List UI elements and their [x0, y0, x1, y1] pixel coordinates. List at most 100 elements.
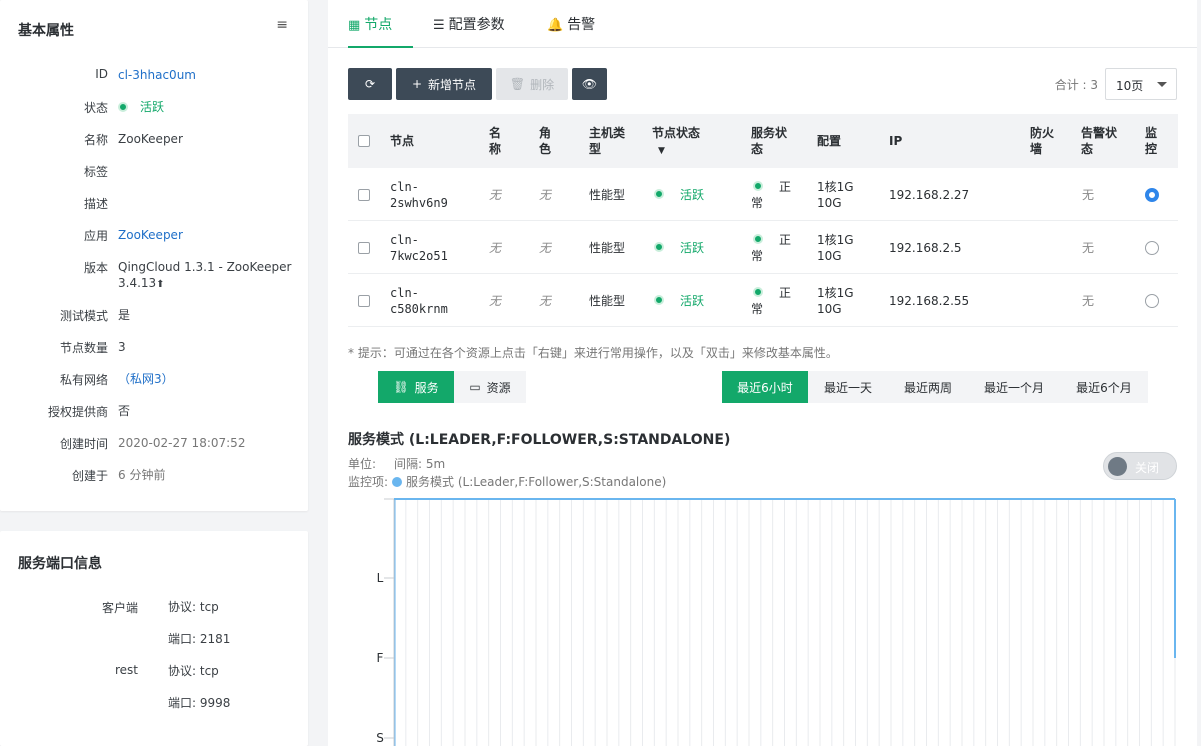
th-line: 主机类: [589, 126, 626, 140]
sitemap-icon: ⛓: [393, 380, 409, 394]
node-id-line: 2swhv6n9: [390, 196, 448, 210]
time-range-6h[interactable]: 最近6小时: [722, 371, 808, 403]
cell-service-status: 正常: [751, 285, 791, 317]
monitor-radio[interactable]: [1145, 188, 1159, 202]
th-monitor: 监控: [1145, 125, 1157, 157]
cell-role: 无: [539, 294, 552, 308]
th-line: 名: [489, 126, 502, 140]
cell-node-id[interactable]: cln- 7kwc2o51: [390, 232, 448, 264]
interval-label: 间隔: 5m: [394, 457, 446, 471]
unit-label: 单位:: [348, 457, 377, 471]
cell-node-id[interactable]: cln-c580krnm: [390, 285, 448, 317]
prop-value-app[interactable]: ZooKeeper: [118, 227, 298, 243]
cell-node-id[interactable]: cln- 2swhv6n9: [390, 179, 448, 211]
bell-icon: 🔔: [547, 18, 564, 33]
service-line: 正: [779, 286, 792, 300]
service-line: 常: [751, 249, 764, 263]
status-text: 活跃: [140, 100, 165, 114]
cell-role: 无: [539, 188, 552, 202]
table-row[interactable]: cln-c580krnm 无 无 性能型 活跃 正常 1核1G 10G 192.1…: [348, 274, 1178, 327]
prop-row-version: 版本 QingCloud 1.3.1 - ZooKeeper 3.4.13⬆: [0, 259, 308, 295]
prop-value-vpc[interactable]: （私网3）: [118, 371, 298, 387]
tab-config[interactable]: ☰ 配置参数: [433, 14, 505, 48]
config-line: 1核1G: [817, 233, 854, 247]
node-id-line: cln-: [390, 286, 419, 300]
menu-icon[interactable]: ≡: [276, 17, 288, 33]
table-row[interactable]: cln- 7kwc2o51 无 无 性能型 活跃 正常 1核1G 10G 192.1…: [348, 221, 1178, 274]
tab-alarm[interactable]: 🔔 告警: [547, 14, 595, 48]
prop-key: ID: [95, 67, 108, 81]
refresh-button[interactable]: ⟳: [348, 68, 392, 100]
upgrade-arrow-icon[interactable]: ⬆: [156, 279, 164, 290]
port-row-client-port: 端口: 2181: [0, 631, 308, 651]
prop-row-app: 应用 ZooKeeper: [0, 227, 308, 247]
total-count: 合计 : 3: [1054, 78, 1098, 92]
prop-key: 名称: [83, 133, 108, 147]
prop-value-id[interactable]: cl-3hhac0um: [118, 67, 298, 83]
th-line: 型: [589, 142, 602, 156]
tab-label: 配置参数: [448, 17, 505, 33]
prop-value-test-mode: 是: [118, 308, 131, 322]
prop-row-provider: 授权提供商 否: [0, 403, 308, 423]
chart-legend: 监控项: 服务模式 (L:Leader,F:Follower,S:Standalo…: [348, 473, 666, 490]
port-row-rest: rest 协议: tcp: [0, 663, 308, 683]
row-checkbox[interactable]: [358, 242, 370, 254]
cell-alarm: 无: [1082, 241, 1095, 255]
th-firewall: 防火墙: [1030, 125, 1054, 157]
service-monitor-button[interactable]: ⛓ 服务: [378, 371, 454, 403]
prop-key: 授权提供商: [47, 405, 108, 419]
add-node-label: 新增节点: [428, 77, 477, 92]
eye-icon: 👁: [581, 77, 598, 91]
page-size-select[interactable]: 10页: [1105, 68, 1177, 100]
toggle-label: 关闭: [1135, 461, 1160, 475]
row-checkbox[interactable]: [358, 189, 370, 201]
prop-value-node-count: 3: [118, 340, 126, 354]
add-node-button[interactable]: + 新增节点: [396, 68, 492, 100]
time-range-2w[interactable]: 最近两周: [888, 371, 968, 403]
prop-key: 标签: [83, 165, 108, 179]
port-label-client: 客户端: [101, 601, 138, 615]
port-row-rest-port: 端口: 9998: [0, 695, 308, 715]
tab-nodes[interactable]: ▦ 节点: [348, 14, 413, 48]
th-line: 防火: [1030, 126, 1055, 140]
th-ip: IP: [889, 134, 903, 148]
chart-toggle[interactable]: 关闭: [1103, 452, 1177, 480]
service-mode-chart: L F S: [376, 498, 1176, 746]
th-line: 监: [1145, 126, 1158, 140]
prop-value-created-time: 2020-02-27 18:07:52: [118, 436, 246, 450]
th-node-status[interactable]: 节点状态 ▼: [652, 125, 700, 159]
time-range-1d[interactable]: 最近一天: [808, 371, 888, 403]
cell-ip: 192.168.2.55: [889, 294, 970, 308]
tab-label: 节点: [364, 17, 393, 33]
monitor-radio[interactable]: [1145, 294, 1159, 308]
th-service-status: 服务状态: [751, 125, 787, 157]
prop-key: 创建于: [71, 469, 108, 483]
cell-host-type: 性能型: [589, 294, 626, 308]
monitor-radio[interactable]: [1145, 241, 1159, 255]
page-size-value: 10页: [1116, 79, 1144, 93]
th-line: 态: [751, 142, 764, 156]
th-line: 态: [1081, 142, 1094, 156]
row-checkbox[interactable]: [358, 295, 370, 307]
tab-bar: ▦ 节点 ☰ 配置参数 🔔 告警: [328, 0, 1197, 48]
seg-label: 资源: [486, 380, 511, 395]
config-line: 10G: [817, 302, 842, 316]
select-all-checkbox[interactable]: [358, 135, 370, 147]
delete-button[interactable]: 🗑 删除: [496, 68, 568, 100]
resource-monitor-button[interactable]: ▭ 资源: [454, 371, 526, 403]
cell-name: 无: [489, 188, 502, 202]
port-proto-client: 协议: tcp: [168, 600, 219, 614]
prop-value-created-ago: 6 分钟前: [118, 468, 166, 482]
port-number-client: 端口: 2181: [168, 632, 231, 646]
time-range-1m[interactable]: 最近一个月: [968, 371, 1060, 403]
prop-key: 测试模式: [59, 309, 108, 323]
view-button[interactable]: 👁: [572, 68, 607, 100]
time-range-6m[interactable]: 最近6个月: [1060, 371, 1148, 403]
cell-node-status: 活跃: [680, 241, 705, 255]
table-row[interactable]: cln- 2swhv6n9 无 无 性能型 活跃 正常 1核1G 10G 192.1…: [348, 168, 1178, 221]
cell-host-type: 性能型: [589, 241, 626, 255]
th-line: 控: [1145, 142, 1158, 156]
cell-name: 无: [489, 241, 502, 255]
prop-key: 私有网络: [59, 373, 108, 387]
status-dot-icon: [654, 242, 664, 252]
